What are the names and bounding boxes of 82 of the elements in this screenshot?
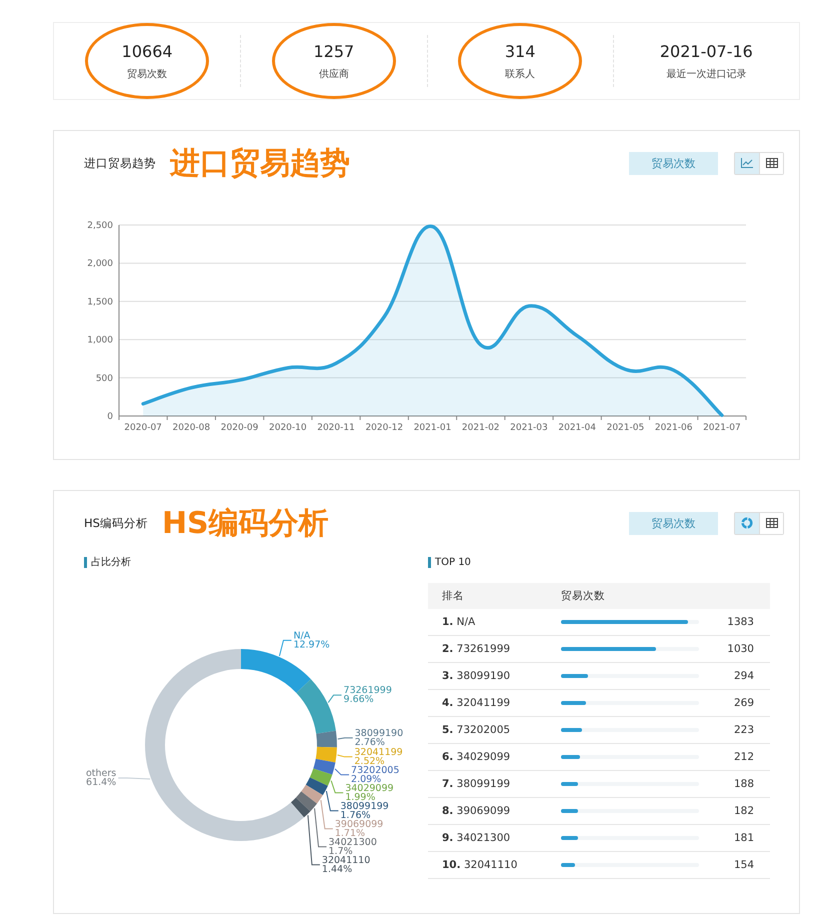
x-axis-label: 2020-10 — [269, 423, 307, 433]
stat-label: 供应商 — [318, 68, 349, 80]
slice-label: N/A 12.97% — [293, 630, 330, 650]
stat-value: 314 — [504, 42, 536, 60]
slice-label: 34021300 1.7% — [328, 836, 377, 857]
stat-value: 2021-07-16 — [660, 42, 753, 60]
x-axis-label: 2021-06 — [654, 423, 692, 433]
slice-label: 38099199 1.76% — [340, 800, 389, 821]
stat-label: 最近一次进口记录 — [666, 68, 746, 80]
table-cell: 2. 73261999 — [428, 636, 547, 662]
x-axis-label: 2020-12 — [365, 423, 404, 433]
stat-label: 联系人 — [505, 68, 536, 80]
x-axis-label: 2021-03 — [510, 423, 548, 433]
x-axis-label: 2021-02 — [462, 423, 500, 433]
table-cell: 294 — [709, 662, 770, 690]
x-axis-label: 2021-04 — [558, 423, 596, 433]
metric-button[interactable]: 贸易次数 — [629, 512, 718, 534]
slice-label: 32041199 2.52% — [354, 746, 403, 767]
slice-label: 34029099 1.99% — [345, 782, 394, 803]
leader-line — [337, 737, 354, 740]
x-axis-label: 2020-08 — [172, 423, 210, 433]
view-toggle-button[interactable] — [759, 512, 783, 534]
y-axis-label: 1,500 — [87, 297, 113, 308]
slice-label: 39069099 1.71% — [334, 818, 384, 839]
annotation-title: 进口贸易趋势 — [170, 144, 350, 182]
table-cell: 7. 38099199 — [428, 770, 547, 798]
section-title: 占比分析 — [84, 557, 131, 568]
column-header: 贸易次数 — [547, 583, 710, 609]
leader-line — [328, 694, 342, 704]
panel-title: HS编码分析 — [84, 516, 148, 530]
x-axis-label: 2021-07 — [703, 423, 741, 433]
table-cell: 223 — [709, 716, 770, 744]
x-axis-label: 2020-09 — [220, 423, 258, 433]
column-header: 排名 — [428, 583, 547, 609]
table-icon — [766, 158, 778, 168]
panel-title: 进口贸易趋势 — [84, 156, 156, 170]
x-axis-label: 2021-01 — [414, 423, 452, 433]
y-axis-label: 1,000 — [87, 336, 113, 346]
table-cell: 181 — [709, 824, 770, 852]
slice-label: 73202005 2.09% — [351, 764, 400, 785]
slice-label: 38099190 2.76% — [354, 728, 404, 748]
slice-label: 32041110 1.44% — [322, 854, 370, 872]
table-icon — [766, 518, 778, 528]
view-toggle-button[interactable] — [735, 512, 759, 534]
table-cell: 5. 73202005 — [428, 716, 547, 744]
annotation-title: HS编码分析 — [162, 504, 329, 542]
y-axis-label: 2,500 — [87, 221, 113, 231]
stat-label: 贸易次数 — [127, 68, 168, 80]
table-cell: 10. 32041110 — [428, 852, 547, 878]
x-axis-label: 2020-07 — [124, 423, 162, 433]
table-cell: 1383 — [709, 609, 770, 636]
leader-line — [336, 754, 353, 758]
table-cell: 4. 32041199 — [428, 690, 547, 716]
leader-line — [334, 768, 350, 776]
leader-line — [118, 777, 151, 780]
table-cell: 188 — [709, 770, 770, 798]
table-cell: 269 — [709, 690, 770, 716]
x-axis-label: 2020-11 — [317, 423, 355, 433]
table-cell: 8. 39069099 — [428, 798, 547, 824]
x-axis-label: 2021-05 — [606, 423, 644, 433]
table-cell: 182 — [709, 798, 770, 824]
y-axis-label: 0 — [107, 412, 113, 422]
table-cell: 154 — [709, 852, 770, 878]
line-chart-icon — [741, 158, 753, 168]
slice-label: 73261999 9.66% — [344, 685, 392, 706]
table-cell: 212 — [709, 744, 770, 770]
table-cell: 1030 — [709, 636, 770, 662]
y-axis-label: 2,000 — [87, 259, 113, 270]
table-cell: 6. 34029099 — [428, 744, 547, 770]
table-cell: 3. 38099190 — [428, 662, 547, 690]
view-toggle-button[interactable] — [759, 152, 783, 174]
donut-chart-icon — [741, 517, 753, 529]
section-title: TOP 10 — [428, 557, 471, 568]
view-toggle-button[interactable] — [735, 152, 759, 174]
stat-value: 10664 — [122, 42, 173, 60]
slice-label: others 61.4% — [86, 768, 116, 788]
leader-line — [278, 640, 292, 656]
y-axis-label: 500 — [96, 374, 113, 384]
metric-button[interactable]: 贸易次数 — [629, 152, 718, 174]
table-cell: 9. 34021300 — [428, 824, 547, 852]
table-cell: 1. N/A — [428, 609, 547, 636]
stat-value: 1257 — [314, 42, 354, 60]
